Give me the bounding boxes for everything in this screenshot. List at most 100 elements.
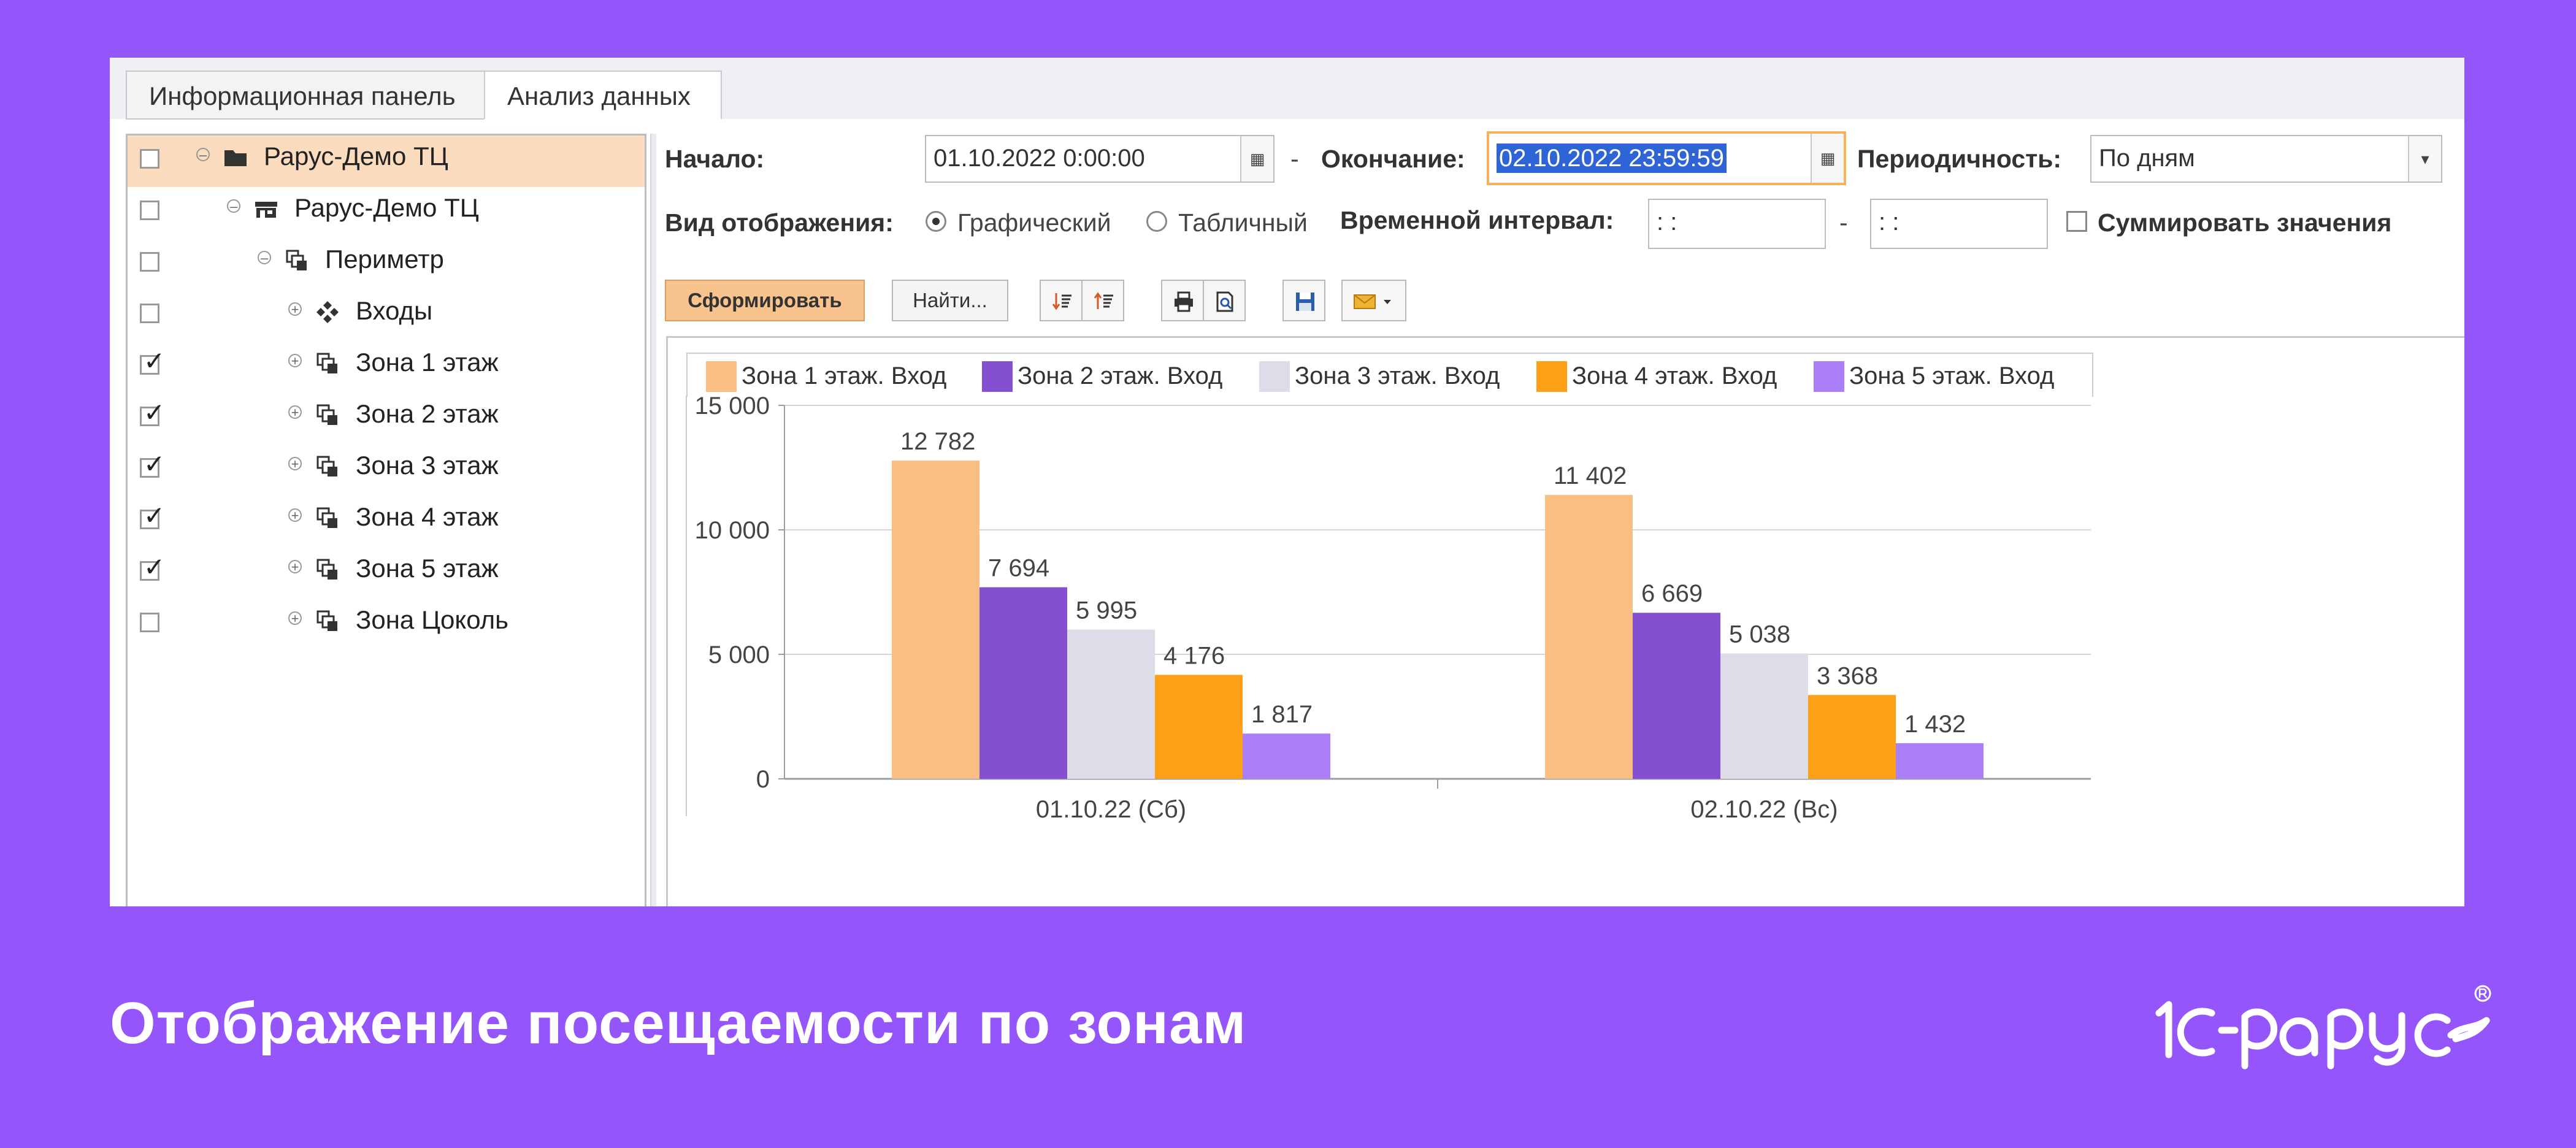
check-icon: ✓: [144, 450, 166, 478]
period-label: Периодичность:: [1857, 145, 2062, 173]
object-tree: – Рарус-Демо ТЦ – Рарус-Демо ТЦ – Периме…: [126, 134, 646, 906]
calendar-icon[interactable]: ▦: [1811, 134, 1844, 183]
tree-node[interactable]: ✓ + Зона 4 этаж: [128, 496, 645, 548]
tree-checkbox[interactable]: ✓: [140, 400, 165, 426]
print-icon[interactable]: [1161, 280, 1204, 321]
save-icon[interactable]: [1282, 280, 1325, 321]
view-graphic-label: Графический: [957, 209, 1111, 237]
generate-button[interactable]: Сформировать: [665, 280, 865, 321]
tree-node[interactable]: ✓ + Зона 3 этаж: [128, 445, 645, 496]
tab-data-analysis[interactable]: Анализ данных: [484, 71, 722, 120]
collapse-icon[interactable]: –: [227, 199, 240, 213]
zone-icon: [316, 404, 337, 425]
collapse-icon[interactable]: –: [258, 251, 271, 265]
data-label: 7 694: [988, 555, 1049, 582]
start-date-value: 01.10.2022 0:00:00: [933, 145, 1145, 172]
start-label: Начало:: [665, 145, 765, 173]
end-date-field[interactable]: 02.10.2022 23:59:59 ▦: [1487, 131, 1846, 185]
tree-node[interactable]: – Периметр: [128, 239, 645, 290]
chart-panel: Зона 1 этаж. Вход Зона 2 этаж. Вход Зона…: [666, 336, 2464, 906]
expand-icon[interactable]: +: [288, 354, 302, 368]
start-date-field[interactable]: 01.10.2022 0:00:00 ▦: [925, 135, 1275, 183]
brand-logo: [2155, 985, 2491, 1070]
tree-node[interactable]: ✓ + Зона 2 этаж: [128, 393, 645, 445]
tree-node-label: Рарус-Демо ТЦ: [294, 193, 479, 222]
end-label: Окончание:: [1321, 145, 1465, 173]
view-table-radio[interactable]: [1146, 211, 1167, 232]
tree-checkbox[interactable]: [140, 613, 159, 632]
entrances-icon: [316, 301, 339, 323]
expand-icon[interactable]: +: [288, 302, 302, 316]
tree-node[interactable]: – Рарус-Демо ТЦ: [128, 136, 645, 187]
zone-icon: [316, 559, 337, 580]
tab-bar: Информационная панель Анализ данных: [110, 58, 2464, 120]
app-window: Информационная панель Анализ данных – Ра…: [110, 58, 2464, 906]
tree-checkbox[interactable]: [140, 304, 159, 323]
tree-node-label: Рарус-Демо ТЦ: [264, 142, 448, 170]
interval-to-value: : :: [1879, 209, 1899, 235]
tree-checkbox[interactable]: ✓: [140, 451, 165, 478]
sort-asc-icon[interactable]: [1081, 280, 1124, 321]
data-label: 11 402: [1554, 462, 1627, 489]
tree-node[interactable]: ✓ + Зона 1 этаж: [128, 342, 645, 393]
bar: [892, 461, 979, 779]
tree-node[interactable]: + Входы: [128, 290, 645, 342]
tree-node-label: Зона 5 этаж: [356, 554, 499, 583]
data-label: 5 995: [1076, 597, 1137, 624]
calendar-icon[interactable]: ▦: [1240, 136, 1273, 182]
tree-node[interactable]: – Рарус-Демо ТЦ: [128, 187, 645, 239]
bar: [1155, 675, 1243, 779]
bar: [1808, 695, 1896, 779]
interval-to-field[interactable]: : :: [1870, 199, 2048, 249]
bar: [1067, 629, 1155, 779]
collapse-icon[interactable]: –: [196, 148, 210, 162]
tree-node-label: Зона 1 этаж: [356, 348, 499, 377]
view-label: Вид отображения:: [665, 209, 894, 237]
zone-icon: [316, 456, 337, 476]
data-label: 5 038: [1729, 621, 1790, 648]
bar: [1633, 613, 1720, 779]
tab-info-panel[interactable]: Информационная панель: [126, 71, 490, 120]
expand-icon[interactable]: +: [288, 611, 302, 626]
y-tick-label: 15 000: [695, 392, 770, 419]
tree-node[interactable]: + Зона Цоколь: [128, 599, 645, 651]
tree-checkbox[interactable]: ✓: [140, 348, 165, 375]
sort-desc-icon[interactable]: [1040, 280, 1083, 321]
tree-node-label: Зона 4 этаж: [356, 502, 499, 531]
view-table-label: Табличный: [1178, 209, 1308, 237]
tree-checkbox[interactable]: [140, 201, 159, 220]
building-icon: [255, 202, 277, 218]
tree-checkbox[interactable]: ✓: [140, 503, 165, 529]
email-icon[interactable]: [1341, 280, 1406, 321]
expand-icon[interactable]: +: [288, 560, 302, 574]
check-icon: ✓: [144, 553, 166, 581]
find-button[interactable]: Найти...: [892, 280, 1008, 321]
view-graphic-radio[interactable]: [926, 211, 946, 232]
folder-icon: [224, 150, 247, 166]
interval-from-field[interactable]: : :: [1648, 199, 1826, 249]
sum-values-label: Суммировать значения: [2098, 209, 2392, 237]
print-preview-icon[interactable]: [1203, 280, 1246, 321]
y-tick-label: 0: [756, 766, 770, 793]
expand-icon[interactable]: +: [288, 508, 302, 522]
panel-splitter[interactable]: [650, 134, 656, 906]
sum-values-checkbox[interactable]: [2066, 211, 2087, 232]
bar: [1545, 495, 1633, 779]
expand-icon[interactable]: +: [288, 457, 302, 471]
y-tick-label: 5 000: [708, 641, 770, 668]
tree-node[interactable]: ✓ + Зона 5 этаж: [128, 548, 645, 599]
chevron-down-icon[interactable]: ▾: [2408, 136, 2441, 182]
bar: [979, 587, 1067, 779]
expand-icon[interactable]: +: [288, 405, 302, 419]
y-tick-label: 10 000: [695, 517, 770, 544]
data-label: 12 782: [900, 428, 975, 455]
tree-checkbox[interactable]: [140, 252, 159, 272]
x-tick-label: 02.10.22 (Вс): [1690, 796, 1838, 823]
data-label: 4 176: [1163, 642, 1225, 669]
tree-checkbox[interactable]: ✓: [140, 554, 165, 581]
tree-node-label: Зона 2 этаж: [356, 399, 499, 428]
period-select[interactable]: По дням ▾: [2090, 135, 2442, 183]
bar: [1720, 653, 1808, 779]
tree-checkbox[interactable]: [140, 149, 159, 169]
data-label: 1 817: [1251, 701, 1313, 728]
